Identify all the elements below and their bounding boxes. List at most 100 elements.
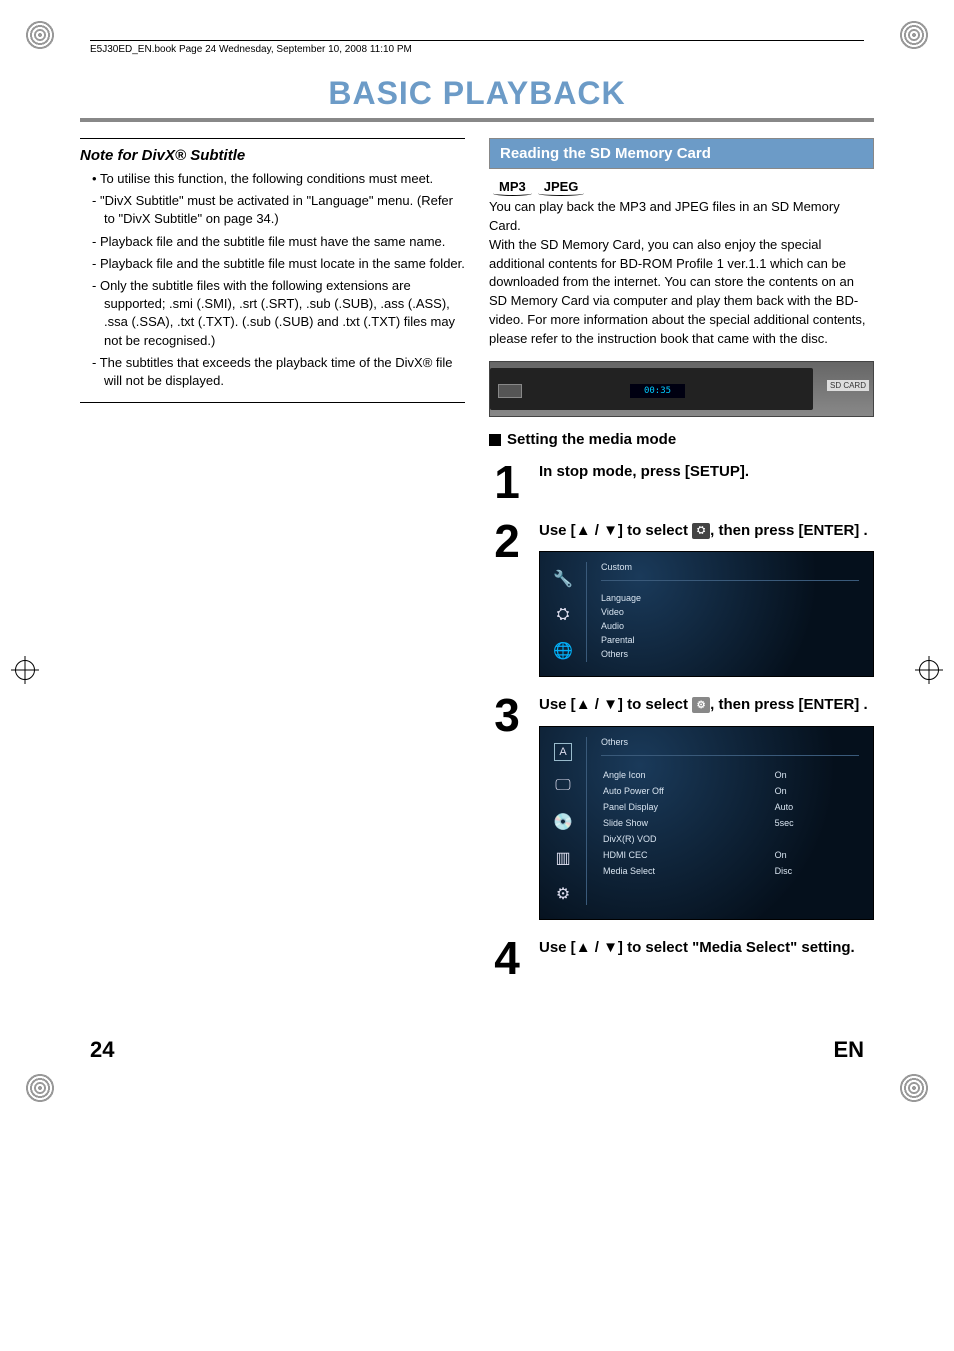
note-item: Playback file and the subtitle file must… xyxy=(92,233,465,251)
step-2: 2 Use [ / ] to select ⛭, then press [ENT… xyxy=(489,521,874,677)
book-header: E5J30ED_EN.book Page 24 Wednesday, Septe… xyxy=(90,40,864,75)
note-item: "DivX Subtitle" must be activated in "La… xyxy=(92,192,465,228)
player-display-text: 00:35 xyxy=(644,386,671,396)
step-text: Use [ / ] to select ⛭, then press [ENTER… xyxy=(539,521,874,541)
step-number: 3 xyxy=(489,695,525,736)
menu-label: DivX(R) VOD xyxy=(603,832,743,846)
left-column: Note for DivX® Subtitle To utilise this … xyxy=(80,138,465,997)
menu-label: Panel Display xyxy=(603,800,743,814)
note-item: The subtitles that exceeds the playback … xyxy=(92,354,465,390)
menu-value: On xyxy=(745,768,857,782)
page-footer: 24 EN xyxy=(80,1037,874,1063)
menu-label: HDMI CEC xyxy=(603,848,743,862)
step-3: 3 Use [ / ] to select ⚙, then press [ENT… xyxy=(489,695,874,919)
menu-row: HDMI CECOn xyxy=(603,848,857,862)
arrow-down-icon xyxy=(603,696,618,713)
parental-icon: ▥ xyxy=(552,847,574,869)
arrow-down-icon xyxy=(603,939,618,956)
player-diagram: 00:35 SD CARD xyxy=(489,361,874,417)
step-4: 4 Use [ / ] to select "Media Select" set… xyxy=(489,938,874,979)
arrow-down-icon xyxy=(603,522,618,539)
registration-mark xyxy=(919,660,939,680)
menu-row: Slide Show5sec xyxy=(603,816,857,830)
menu-header: Custom xyxy=(601,562,859,581)
intro-paragraph: You can play back the MP3 and JPEG files… xyxy=(489,198,874,349)
menu-row: Panel DisplayAuto xyxy=(603,800,857,814)
menu-item: Parental xyxy=(601,633,859,647)
t: / xyxy=(591,522,604,539)
right-column: Reading the SD Memory Card MP3 JPEG You … xyxy=(489,138,874,997)
crop-mark xyxy=(25,20,55,50)
menu-row: Angle IconOn xyxy=(603,768,857,782)
note-item: Only the subtitle files with the followi… xyxy=(92,277,465,350)
format-badges: MP3 JPEG xyxy=(489,179,874,194)
arrow-up-icon xyxy=(576,522,591,539)
note-box: Note for DivX® Subtitle To utilise this … xyxy=(80,138,465,403)
arrow-up-icon xyxy=(576,696,591,713)
t: Use [ xyxy=(539,939,576,956)
step-number: 4 xyxy=(489,938,525,979)
globe-icon: 🌐 xyxy=(552,640,574,662)
audio-icon: 💿 xyxy=(552,811,574,833)
menu-item: Audio xyxy=(601,619,859,633)
arrow-up-icon xyxy=(576,939,591,956)
t: / xyxy=(591,696,604,713)
crop-mark xyxy=(25,1073,55,1103)
menu-label: Media Select xyxy=(603,864,743,878)
menu-value: Disc xyxy=(745,864,857,878)
t: Use [ xyxy=(539,696,576,713)
menu-row: Auto Power OffOn xyxy=(603,784,857,798)
language-icon: A xyxy=(554,743,572,761)
step-text: In stop mode, press [SETUP]. xyxy=(539,462,874,482)
step-number: 1 xyxy=(489,462,525,503)
square-bullet-icon xyxy=(489,434,501,446)
menu-value: On xyxy=(745,848,857,862)
menu-row: Media SelectDisc xyxy=(603,864,857,878)
section-header: Reading the SD Memory Card xyxy=(489,138,874,169)
menu-screenshot-others: A 🖵 💿 ▥ ⚙ Others Angle IconOn Auto Power… xyxy=(539,726,874,920)
t: / xyxy=(591,939,604,956)
registration-mark xyxy=(15,660,35,680)
note-item: Playback file and the subtitle file must… xyxy=(92,255,465,273)
wrench-icon: 🔧 xyxy=(552,568,574,590)
step-1: 1 In stop mode, press [SETUP]. xyxy=(489,462,874,503)
menu-label: Slide Show xyxy=(603,816,743,830)
menu-list: Language Video Audio Parental Others xyxy=(601,591,859,661)
crop-mark xyxy=(899,1073,929,1103)
subheading-text: Setting the media mode xyxy=(507,431,676,448)
others-category-icon: ⚙ xyxy=(692,697,710,713)
t: , then press [ENTER] . xyxy=(710,696,868,713)
menu-value: On xyxy=(745,784,857,798)
menu-value: Auto xyxy=(745,800,857,814)
crop-mark xyxy=(899,20,929,50)
t: ] to select xyxy=(618,522,692,539)
menu-label: Auto Power Off xyxy=(603,784,743,798)
menu-value xyxy=(745,832,857,846)
step-number: 2 xyxy=(489,521,525,562)
menu-screenshot-custom: 🔧 ⛭ 🌐 Custom Language Video Audio Parent… xyxy=(539,551,874,677)
menu-item: Video xyxy=(601,605,859,619)
badge-jpeg: JPEG xyxy=(538,179,585,194)
player-display: 00:35 xyxy=(630,384,685,398)
menu-item: Others xyxy=(601,647,859,661)
video-icon: 🖵 xyxy=(552,775,574,797)
sd-slot-icon xyxy=(498,384,522,398)
subheading: Setting the media mode xyxy=(489,431,874,448)
t: , then press [ENTER] . xyxy=(710,522,868,539)
t: ] to select "Media Select" setting. xyxy=(618,939,855,956)
menu-value: 5sec xyxy=(745,816,857,830)
page-language: EN xyxy=(833,1037,864,1063)
menu-item: Language xyxy=(601,591,859,605)
t: Use [ xyxy=(539,522,576,539)
menu-header: Others xyxy=(601,737,859,756)
step-text: Use [ / ] to select "Media Select" setti… xyxy=(539,938,874,958)
note-list: To utilise this function, the following … xyxy=(80,170,465,390)
badge-mp3: MP3 xyxy=(493,179,532,194)
note-heading: Note for DivX® Subtitle xyxy=(80,147,465,164)
settings-category-icon: ⛭ xyxy=(692,523,710,539)
page-title: BASIC PLAYBACK xyxy=(80,75,874,122)
others-icon: ⚙ xyxy=(552,883,574,905)
menu-label: Angle Icon xyxy=(603,768,743,782)
menu-table: Angle IconOn Auto Power OffOn Panel Disp… xyxy=(601,766,859,880)
menu-row: DivX(R) VOD xyxy=(603,832,857,846)
